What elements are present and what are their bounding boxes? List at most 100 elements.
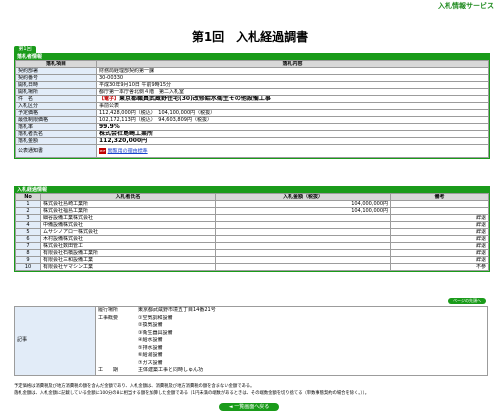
memo-value: ③衛生器具設備 [138, 329, 173, 336]
col-name-header: 入札者氏名 [40, 193, 216, 201]
info-row: 最低制限価格 102,172,113円（税込） 94,603,809円（税抜） [15, 116, 489, 124]
memo-value: ①空気調和設備 [138, 314, 173, 321]
bid-amount [215, 214, 391, 222]
col-no-header: No [15, 193, 41, 201]
footnote-1: 予定価格は消費税及び地方消費税の額を含んだ金額であり、入札金額は、消費税及び地方… [14, 384, 255, 389]
memo-line: 履行場所 東京都武蔵野市境五丁目14番21号 [98, 307, 216, 314]
bid-name: 株式会社福島工業所 [40, 207, 216, 215]
bid-row: 6 木村設備株式会社 辞退 [15, 235, 489, 243]
memo-value: ④給水設備 [138, 337, 163, 343]
bid-name: 有限会社石橋設備工業所 [40, 249, 216, 257]
bid-note: 辞退 [390, 228, 489, 236]
info-row: 落札者氏名 株式会社島崎工業所 [15, 130, 489, 138]
info-row-label: 開札場所 [15, 88, 97, 96]
winner-info-section: 落札者情報 落札項目 落札内容 契約部署 財務局経理部契約第一課 契約番号 30-00… [14, 53, 490, 159]
bid-no: 6 [15, 235, 41, 243]
service-name: 入札情報サービス [438, 2, 494, 10]
memo-line: ⑥給湯設備 [98, 352, 216, 360]
subject-text: 東京都職員武蔵野住宅(30)改修給水衛生その他設備工事 [119, 95, 271, 102]
back-to-list-button[interactable]: ◄ 一覧画面へ戻る [219, 403, 279, 411]
memo-key: 工 期 [98, 367, 119, 373]
bid-amount: 104,100,000円 [215, 207, 391, 215]
bid-note: 辞退 [390, 242, 489, 250]
info-row-label: 開札日時 [15, 81, 97, 89]
memo-line: 工事概要 ①空気調和設備 [98, 315, 216, 323]
page-top-button[interactable]: ページの先頭へ [448, 298, 486, 304]
bid-row: 1 株式会社島崎工業所 104,000,000円 [15, 200, 489, 208]
info-row-value: 102,172,113円（税込） 94,603,809円（税抜） [96, 116, 489, 124]
bid-row: 5 ムサシノアロー株式会社 辞退 [15, 228, 489, 236]
info-row-value: 【電子】東京都職員武蔵野住宅(30)改修給水衛生その他設備工事 [96, 95, 489, 103]
bid-note: 辞退 [390, 256, 489, 264]
footnotes: 予定価格は消費税及び地方消費税の額を含んだ金額であり、入札金額は、消費税及び地方… [14, 383, 488, 397]
bid-name: 中備設備株式会社 [40, 221, 216, 229]
bid-no: 7 [15, 242, 41, 250]
memo-line: ②換気設備 [98, 322, 216, 330]
memo-key: 工事概要 [98, 314, 119, 321]
info-row-label: 契約部署 [15, 67, 97, 75]
info-row-label: 入札区分 [15, 102, 97, 110]
col-note-header: 備考 [390, 193, 489, 201]
memo-section: 記事 履行場所 東京都武蔵野市境五丁目14番21号工事概要 ①空気調和設備 ②換気設備… [14, 306, 488, 376]
memo-key [98, 345, 138, 353]
memo-label: 記事 [14, 306, 96, 376]
tab-round-1[interactable]: 第1回 [14, 46, 36, 53]
memo-key: 履行場所 [98, 307, 119, 313]
info-row: 落札金額 112,320,000円 [15, 137, 489, 145]
memo-table: 記事 履行場所 東京都武蔵野市境五丁目14番21号工事概要 ①空気調和設備 ②換気設備… [14, 306, 488, 376]
info-row-label: 最低制限価格 [15, 116, 97, 124]
info-row-label: 落札率 [15, 123, 97, 131]
info-row-value: 112,320,000円 [96, 137, 489, 145]
bid-amount [215, 263, 391, 271]
info-row-label: 予定価格 [15, 109, 97, 117]
memo-value: ⑥給湯設備 [138, 352, 163, 358]
footnote-2: 落札金額は、入札金額に記載している金額に100分の8に相当する額を加算した金額で… [14, 391, 370, 396]
memo-line: ③衛生器具設備 [98, 330, 216, 338]
col-amount-header: 入札金額（税抜） [215, 193, 391, 201]
info-row-value: 30-00330 [96, 74, 489, 82]
bid-note [390, 200, 489, 208]
info-row: 件 名【電子】東京都職員武蔵野住宅(30)改修給水衛生その他設備工事 [15, 95, 489, 103]
bid-table: No 入札者氏名 入札金額（税抜） 備考 1 株式会社島崎工業所 104,000,0… [15, 193, 489, 271]
bid-no: 9 [15, 256, 41, 264]
page-title: 第1回 入札経過調書 [191, 30, 309, 44]
info-row-label: 落札者氏名 [15, 130, 97, 138]
notice-link[interactable]: 閲覧用の理由標準 [108, 148, 148, 154]
bid-note: 辞退 [390, 235, 489, 243]
bid-row: 3 細谷設備工業株式会社 辞退 [15, 214, 489, 222]
memo-value: 東京都武蔵野市境五丁目14番21号 [138, 307, 216, 313]
bid-row: 8 有限会社石橋設備工業所 辞退 [15, 249, 489, 257]
notice-value: PDF 閲覧用の理由標準 [96, 144, 489, 158]
info-row: 落札率 99.9% [15, 123, 489, 131]
bid-amount [215, 242, 391, 250]
col-content-header: 落札内容 [96, 60, 489, 68]
bid-name: 有限会社三和設備工業 [40, 256, 216, 264]
bid-no: 5 [15, 228, 41, 236]
bid-amount [215, 256, 391, 264]
memo-value: ②換気設備 [138, 322, 163, 328]
info-row: 契約部署 財務局経理部契約第一課 [15, 67, 489, 75]
notice-label: 公表通知書 [15, 144, 97, 158]
info-row-label: 件 名 [15, 95, 97, 103]
bid-amount [215, 249, 391, 257]
memo-line: ⑤排水設備 [98, 345, 216, 353]
bid-note: 辞退 [390, 221, 489, 229]
col-item-header: 落札項目 [15, 60, 97, 68]
bid-no: 4 [15, 221, 41, 229]
bid-no: 8 [15, 249, 41, 257]
memo-value: ⑤排水設備 [138, 344, 163, 351]
pdf-icon[interactable]: PDF [99, 147, 106, 154]
info-row-value: 財務局経理部契約第一課 [96, 67, 489, 75]
info-row-value: 112,428,000円（税込） 104,100,000円（税抜） [96, 109, 489, 117]
bid-note: 辞退 [390, 249, 489, 257]
info-row: 開札日時 平成30年9月10日 午前9時15分 [15, 81, 489, 89]
bid-amount [215, 221, 391, 229]
info-row: 開札場所 都庁第一本庁舎北側４階 第二入札室 [15, 88, 489, 96]
bid-no: 3 [15, 214, 41, 222]
bid-row: 7 株式会社数田管工 辞退 [15, 242, 489, 250]
bid-note: 辞退 [390, 214, 489, 222]
notice-row: 公表通知書 PDF 閲覧用の理由標準 [15, 144, 489, 158]
memo-line: ④給水設備 [98, 337, 216, 345]
info-row-label: 契約番号 [15, 74, 97, 82]
back-button-label: 一覧画面へ戻る [234, 404, 270, 410]
